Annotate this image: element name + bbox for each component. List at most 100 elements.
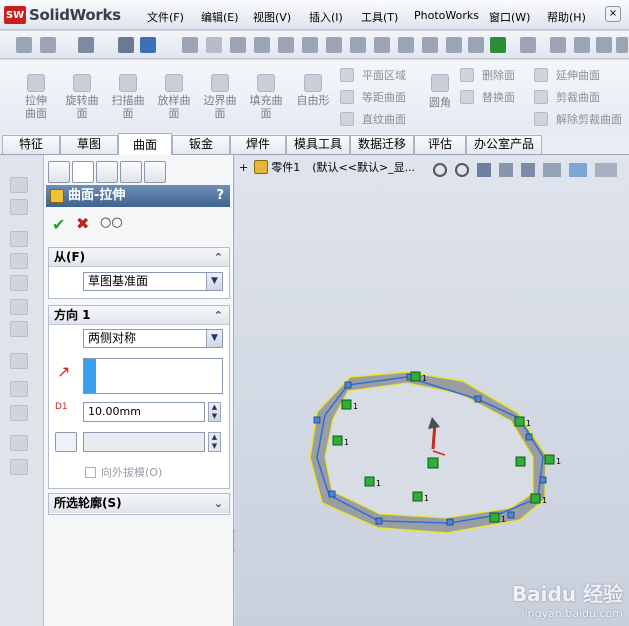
select-arrow-icon[interactable] <box>78 37 94 53</box>
panel-icon-4[interactable] <box>10 253 28 269</box>
relation-icon[interactable] <box>514 416 525 427</box>
tab-evaluate[interactable]: 评估 <box>414 135 466 154</box>
sketch-point[interactable] <box>328 490 336 498</box>
panel-icon-3[interactable] <box>10 231 28 247</box>
sketch-point[interactable] <box>507 511 515 519</box>
graphics-area[interactable]: + 零件1 (默认<<默认>_显... 1 1 1 1 1 1 1 1 1 Ba… <box>235 155 629 626</box>
replace-face-button[interactable]: 替换面 <box>460 89 515 105</box>
revolve-surface-button[interactable]: 旋转曲面 <box>62 74 102 120</box>
filter-icon[interactable] <box>140 37 156 53</box>
boundary-surface-button[interactable]: 边界曲面 <box>200 74 240 120</box>
panel-icon-6[interactable] <box>10 299 28 315</box>
fillet-button[interactable]: 圆角 <box>420 74 460 109</box>
panel-icon-11[interactable] <box>10 435 28 451</box>
check-box-icon[interactable] <box>302 37 318 53</box>
ok-button[interactable]: ✔ <box>52 215 65 234</box>
appearance-icon[interactable] <box>118 37 134 53</box>
offset-surface-button[interactable]: 等距曲面 <box>340 89 406 105</box>
sketch-point[interactable] <box>525 433 533 441</box>
tab-features[interactable]: 特征 <box>2 135 60 154</box>
eye-icon[interactable] <box>574 37 590 53</box>
menu-edit[interactable]: 编辑(E) <box>201 9 239 25</box>
draft-outward-checkbox[interactable]: 向外拔模(O) <box>85 464 162 480</box>
tab-sheet-metal[interactable]: 钣金 <box>172 135 230 154</box>
panel-icon-12[interactable] <box>10 459 28 475</box>
panel-icon-8[interactable] <box>10 353 28 369</box>
sketch-point[interactable] <box>375 517 383 525</box>
menu-help[interactable]: 帮助(H) <box>547 9 586 25</box>
collapse-icon[interactable]: ⌃ <box>214 248 223 267</box>
panel-icon-2[interactable] <box>10 199 28 215</box>
panel-icon-1[interactable] <box>10 177 28 193</box>
options-icon[interactable] <box>40 37 56 53</box>
relation-icon[interactable] <box>341 399 352 410</box>
detailed-preview-icon[interactable]: ○○ <box>100 215 123 230</box>
sweep-surface-button[interactable]: 扫描曲面 <box>108 74 148 120</box>
tab-mold-tools[interactable]: 模具工具 <box>286 135 350 154</box>
tab-surfaces[interactable]: 曲面 <box>118 133 172 155</box>
link-icon[interactable] <box>550 37 566 53</box>
direction-group-header[interactable]: 方向 1 ⌃ <box>49 306 229 325</box>
end-condition-combo[interactable]: 两侧对称 ▼ <box>83 329 223 348</box>
planar-surface-button[interactable]: 平面区域 <box>340 67 406 83</box>
relation-icon[interactable] <box>410 371 421 382</box>
filled-surface-button[interactable]: 填充曲面 <box>246 74 286 120</box>
dimxpert-tab-icon[interactable] <box>120 161 142 183</box>
expand-icon[interactable]: ⌄ <box>214 494 223 513</box>
tab-office-products[interactable]: 办公室产品 <box>466 135 542 154</box>
relation-icon[interactable] <box>364 476 375 487</box>
tab-weldments[interactable]: 焊件 <box>230 135 286 154</box>
sketch-point[interactable] <box>344 381 352 389</box>
selected-contours-header[interactable]: 所选轮廓(S) ⌄ <box>49 494 229 513</box>
chart-icon[interactable] <box>278 37 294 53</box>
relation-icon[interactable] <box>544 454 555 465</box>
depth-spinner[interactable]: ▲ ▼ <box>208 402 221 422</box>
menu-window[interactable]: 窗口(W) <box>489 9 530 25</box>
draft-angle-input[interactable] <box>83 432 205 452</box>
tab-sketch[interactable]: 草图 <box>60 135 118 154</box>
configuration-tab-icon[interactable] <box>96 161 118 183</box>
green-check-icon[interactable] <box>490 37 506 53</box>
extrude-surface-button[interactable]: 拉伸曲面 <box>16 74 56 120</box>
property-manager-tab-icon[interactable] <box>72 161 94 183</box>
sketch-point[interactable] <box>474 395 482 403</box>
trim-surface-button[interactable]: 剪裁曲面 <box>534 89 600 105</box>
sketch-icon[interactable] <box>182 37 198 53</box>
draft-angle-spinner[interactable]: ▲ ▼ <box>208 432 221 452</box>
cancel-button[interactable]: ✖ <box>76 214 89 233</box>
spell-check-icon[interactable] <box>206 37 222 53</box>
menu-file[interactable]: 文件(F) <box>147 9 184 25</box>
tag-icon[interactable] <box>422 37 438 53</box>
panel-icon-7[interactable] <box>10 321 28 337</box>
feature-tree-tab-icon[interactable] <box>48 161 70 183</box>
depth-input[interactable]: 10.00mm <box>83 402 205 422</box>
menu-photoworks[interactable]: PhotoWorks <box>414 9 479 22</box>
check-box-2-icon[interactable] <box>326 37 342 53</box>
relation-icon[interactable] <box>515 456 526 467</box>
direction-selection-box[interactable] <box>83 358 223 394</box>
relation-icon[interactable] <box>332 435 343 446</box>
sketch-point[interactable] <box>313 416 321 424</box>
solidworks-logo[interactable]: SW SolidWorks <box>4 5 121 25</box>
menu-view[interactable]: 视图(V) <box>253 9 291 25</box>
align-icon[interactable] <box>468 37 484 53</box>
menu-tools[interactable]: 工具(T) <box>361 9 398 25</box>
tab-data-migration[interactable]: 数据迁移 <box>350 135 414 154</box>
checkbox-box[interactable] <box>85 466 96 478</box>
freeform-button[interactable]: 自由形 <box>292 74 334 107</box>
display-tab-icon[interactable] <box>144 161 166 183</box>
draft-toggle-icon[interactable] <box>55 432 77 452</box>
rebuild-icon[interactable] <box>16 37 32 53</box>
measure-icon[interactable] <box>254 37 270 53</box>
menu-insert[interactable]: 插入(I) <box>309 9 343 25</box>
close-button[interactable]: × <box>605 6 621 22</box>
sketch-point[interactable] <box>446 518 454 526</box>
relation-icon[interactable] <box>530 493 541 504</box>
arrows-icon[interactable] <box>446 37 462 53</box>
more-icon[interactable] <box>616 37 628 53</box>
untrim-surface-button[interactable]: 解除剪裁曲面 <box>534 111 622 127</box>
panel-icon-9[interactable] <box>10 381 28 397</box>
relation-icon[interactable] <box>489 512 500 523</box>
from-group-header[interactable]: 从(F) ⌃ <box>49 248 229 267</box>
intersect-icon[interactable] <box>398 37 414 53</box>
